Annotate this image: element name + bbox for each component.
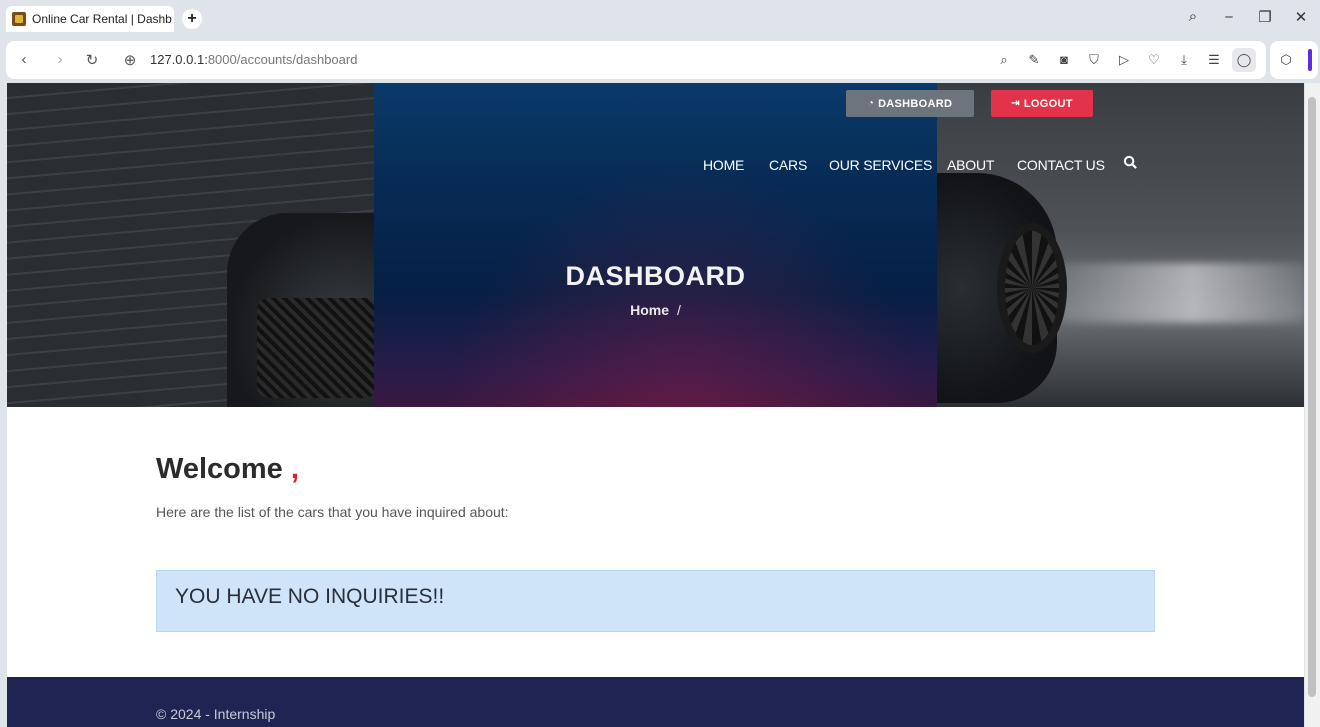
new-tab-button[interactable]: + <box>182 9 202 29</box>
url-host: 127.0.0.1: <box>150 52 208 67</box>
site-favicon-icon <box>12 12 26 26</box>
dashboard-button[interactable]: ◔ DASHBOARD <box>846 90 974 117</box>
light-streak <box>1027 263 1304 323</box>
download-icon[interactable]: ⤓ <box>1176 52 1192 68</box>
close-window-icon[interactable]: ✕ <box>1290 8 1312 26</box>
no-inquiries-alert: YOU HAVE NO INQUIRIES!! <box>156 570 1155 632</box>
address-bar[interactable]: ‹ › ↻ ⊕ 127.0.0.1:8000/accounts/dashboar… <box>6 41 1266 79</box>
page-viewport: ◔ DASHBOARD ⇥ LOGOUT HOME CARS OUR SERVI… <box>7 83 1304 727</box>
footer-copyright: © 2024 - Internship <box>156 706 276 722</box>
welcome-text: Welcome <box>156 453 283 485</box>
logout-button-label: LOGOUT <box>1023 97 1073 110</box>
play-icon[interactable]: ▷ <box>1116 52 1132 68</box>
logout-button[interactable]: ⇥ LOGOUT <box>991 90 1093 117</box>
hero-banner: ◔ DASHBOARD ⇥ LOGOUT HOME CARS OUR SERVI… <box>7 83 1304 407</box>
profile-icon[interactable]: ◯ <box>1232 48 1256 72</box>
extensions-panel: ⬡ <box>1270 41 1318 79</box>
alert-message: YOU HAVE NO INQUIRIES!! <box>175 585 445 608</box>
inquiries-intro: Here are the list of the cars that you h… <box>156 504 509 520</box>
car-grille <box>257 298 377 398</box>
car-wheel <box>997 223 1067 353</box>
hero-overlay <box>374 83 937 407</box>
browser-tab[interactable]: Online Car Rental | Dashb <box>6 6 174 32</box>
zoom-search-icon[interactable]: ⌕ <box>996 52 1012 68</box>
back-icon[interactable]: ‹ <box>14 51 34 68</box>
welcome-heading: Welcome , <box>156 453 299 486</box>
nav-home[interactable]: HOME <box>703 157 744 173</box>
sidebar-indicator <box>1308 49 1312 71</box>
welcome-comma: , <box>290 453 299 485</box>
tab-title: Online Car Rental | Dashb <box>32 12 172 26</box>
minimize-icon[interactable]: ⎯ <box>1218 8 1240 25</box>
reload-icon[interactable]: ↻ <box>82 51 102 69</box>
forward-icon[interactable]: › <box>50 51 70 68</box>
extension-cube-icon[interactable]: ⬡ <box>1278 52 1294 68</box>
heart-icon[interactable]: ♡ <box>1146 52 1162 68</box>
site-info-icon[interactable]: ⊕ <box>120 51 140 69</box>
search-icon[interactable] <box>1123 155 1138 173</box>
nav-our-services[interactable]: OUR SERVICES <box>829 157 932 173</box>
footer: © 2024 - Internship <box>7 677 1304 727</box>
browser-tab-strip: Online Car Rental | Dashb + ⌕ ⎯ ❐ ✕ <box>0 0 1320 38</box>
url-text[interactable]: 127.0.0.1:8000/accounts/dashboard <box>150 52 357 67</box>
dashboard-button-label: DASHBOARD <box>878 97 953 110</box>
shield-icon[interactable]: ⛉ <box>1086 52 1102 68</box>
logout-icon: ⇥ <box>1011 98 1020 109</box>
breadcrumb-separator: / <box>677 302 681 318</box>
nav-contact-us[interactable]: CONTACT US <box>1017 157 1105 173</box>
edit-icon[interactable]: ✎ <box>1026 52 1042 68</box>
restore-icon[interactable]: ❐ <box>1254 8 1276 26</box>
dashboard-gauge-icon: ◔ <box>867 98 875 109</box>
url-path: 8000/accounts/dashboard <box>207 52 358 67</box>
nav-about[interactable]: ABOUT <box>947 157 994 173</box>
camera-icon[interactable]: ◙ <box>1056 52 1072 68</box>
browser-search-icon[interactable]: ⌕ <box>1182 8 1204 25</box>
breadcrumb: Home / <box>374 302 937 318</box>
address-bar-row: ‹ › ↻ ⊕ 127.0.0.1:8000/accounts/dashboar… <box>0 38 1320 82</box>
breadcrumb-home[interactable]: Home <box>630 302 669 318</box>
scrollbar-thumb[interactable] <box>1308 97 1316 697</box>
page-title: DASHBOARD <box>565 261 746 291</box>
menu-icon[interactable]: ☰ <box>1206 52 1222 68</box>
nav-cars[interactable]: CARS <box>769 157 807 173</box>
page-scrollbar[interactable] <box>1305 83 1320 727</box>
